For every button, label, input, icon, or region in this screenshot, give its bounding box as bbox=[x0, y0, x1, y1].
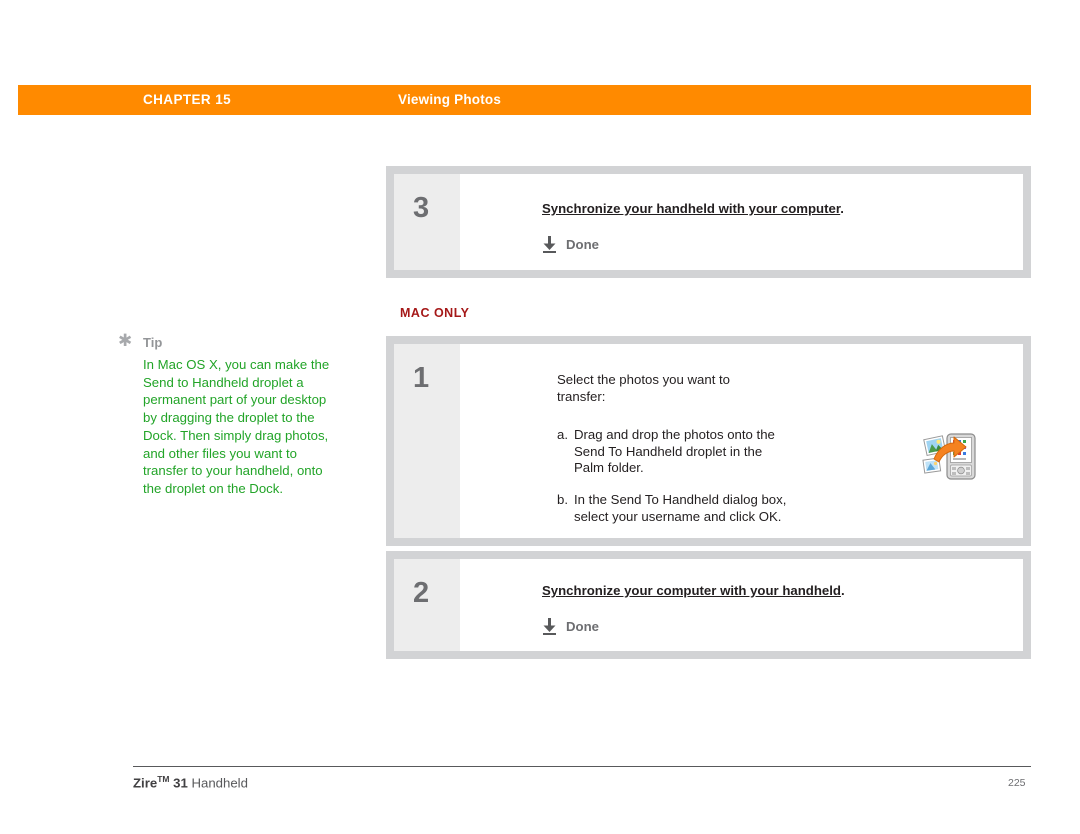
tip-callout: ✱ Tip In Mac OS X, you can make the Send… bbox=[118, 331, 333, 498]
step-box-3: 3 Synchronize your handheld with your co… bbox=[386, 166, 1031, 278]
step-number: 2 bbox=[413, 577, 430, 609]
step-intro-text: Select the photos you want to transfer: bbox=[557, 372, 731, 404]
step-instruction-period: . bbox=[840, 201, 844, 216]
substep-marker: b. bbox=[557, 492, 568, 507]
step-instruction: Synchronize your computer with your hand… bbox=[542, 583, 845, 598]
footer-product-brand: Zire bbox=[133, 775, 158, 791]
step-number: 3 bbox=[413, 192, 430, 224]
step-number-column: 1 bbox=[394, 344, 460, 538]
step-number-column: 2 bbox=[394, 559, 460, 651]
step-number-column: 3 bbox=[394, 174, 460, 270]
done-label: Done bbox=[566, 237, 599, 252]
step-content: Synchronize your handheld with your comp… bbox=[460, 174, 1023, 270]
section-title: Viewing Photos bbox=[398, 92, 502, 107]
chapter-label: CHAPTER 15 bbox=[143, 92, 232, 107]
download-arrow-icon bbox=[543, 618, 556, 635]
tip-body-text: In Mac OS X, you can make the Send to Ha… bbox=[143, 357, 330, 496]
done-row: Done bbox=[542, 236, 599, 253]
substep-text: In the Send To Handheld dialog box, sele… bbox=[574, 492, 787, 524]
step-substep-b: b. In the Send To Handheld dialog box, s… bbox=[557, 492, 787, 525]
tip-header: ✱ Tip bbox=[118, 331, 333, 352]
tip-label: Tip bbox=[143, 335, 163, 350]
step-box-2: 2 Synchronize your computer with your ha… bbox=[386, 551, 1031, 659]
substep-marker: a. bbox=[557, 427, 568, 442]
asterisk-icon: ✱ bbox=[118, 331, 133, 351]
footer-divider bbox=[133, 766, 1031, 767]
download-arrow-icon bbox=[543, 236, 556, 253]
step-instruction-underlined: Synchronize your handheld with your comp… bbox=[542, 201, 841, 216]
footer-product-suffix: Handheld bbox=[187, 775, 248, 791]
mac-only-label: MAC ONLY bbox=[400, 306, 470, 320]
footer-product-model: 31 bbox=[169, 775, 188, 791]
step-instruction-period: . bbox=[840, 583, 845, 598]
step-content: Synchronize your computer with your hand… bbox=[460, 559, 1023, 651]
send-to-handheld-droplet-icon bbox=[922, 433, 976, 480]
done-row: Done bbox=[542, 618, 599, 635]
chapter-header-bar: CHAPTER 15 Viewing Photos bbox=[18, 85, 1031, 115]
step-box-1: 1 Select the photos you want to transfer… bbox=[386, 336, 1031, 546]
step-number: 1 bbox=[413, 362, 430, 394]
step-instruction: Synchronize your handheld with your comp… bbox=[542, 201, 844, 216]
step-content: Select the photos you want to transfer: … bbox=[460, 344, 1023, 538]
substep-text: Drag and drop the photos onto the Send T… bbox=[574, 427, 775, 475]
step-instruction-underlined: Synchronize your computer with your hand… bbox=[542, 583, 841, 598]
done-label: Done bbox=[566, 619, 599, 634]
footer-product-name: ZireTM 31 Handheld bbox=[133, 774, 248, 790]
step-substep-a: a. Drag and drop the photos onto the Sen… bbox=[557, 427, 787, 477]
page-number: 225 bbox=[1008, 777, 1026, 789]
trademark-icon: TM bbox=[157, 774, 170, 784]
